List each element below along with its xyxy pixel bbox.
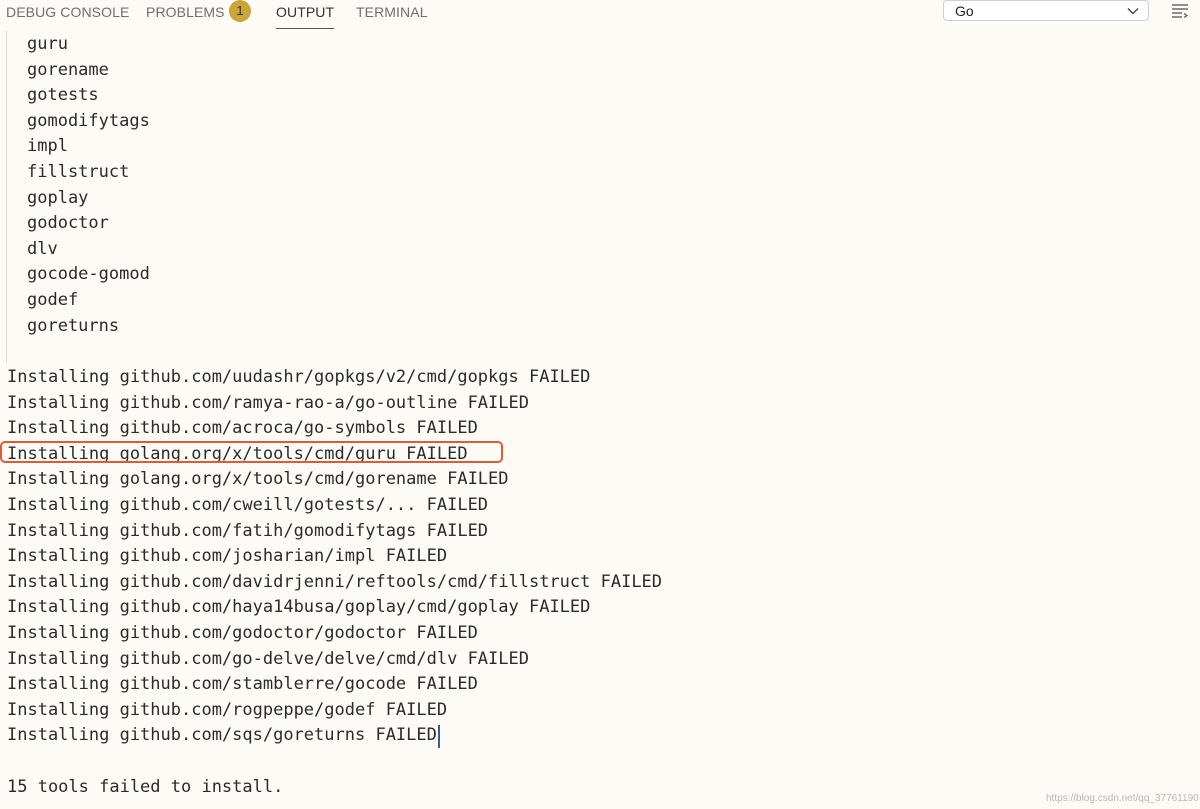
summary-line: 15 tools failed to install. <box>7 776 284 797</box>
tool-list-item: gorename <box>27 59 109 80</box>
tool-list-item: fillstruct <box>27 162 130 182</box>
chevron-down-icon <box>1127 8 1139 15</box>
output-channel-select[interactable]: Go <box>943 0 1149 21</box>
panel-tab-bar: DEBUG CONSOLE PROBLEMS 1 OUTPUT TERMINAL… <box>0 0 1200 30</box>
tool-list-item: gocode-gomod <box>27 264 150 285</box>
install-failed-line: Installing github.com/davidrjenni/reftoo… <box>7 571 663 592</box>
tab-problems[interactable]: PROBLEMS <box>146 0 225 30</box>
install-failed-line: Installing github.com/godoctor/godoctor … <box>7 623 478 643</box>
tool-list-item: guru <box>27 34 68 54</box>
list-menu-icon[interactable] <box>1170 2 1190 20</box>
install-failed-line: Installing github.com/cweill/gotests/...… <box>7 495 489 515</box>
tool-list-item: gomodifytags <box>27 110 150 131</box>
problems-count-badge: 1 <box>229 0 251 22</box>
tab-debug-console[interactable]: DEBUG CONSOLE <box>6 0 129 30</box>
install-failed-line: Installing github.com/haya14busa/goplay/… <box>7 597 591 618</box>
install-failed-line: Installing github.com/fatih/gomodifytags… <box>7 520 489 541</box>
tool-list-item: godef <box>27 290 79 310</box>
tab-terminal[interactable]: TERMINAL <box>356 0 428 30</box>
output-panel[interactable]: guru gorename gotests gomodifytags impl … <box>0 31 1200 809</box>
tool-list-item: godoctor <box>27 213 109 234</box>
tool-list-item: dlv <box>27 238 58 259</box>
install-failed-line: Installing github.com/josharian/impl FAI… <box>7 546 448 567</box>
install-failed-line: Installing golang.org/x/tools/cmd/gorena… <box>7 469 509 490</box>
output-channel-value: Go <box>955 3 974 19</box>
install-failed-line: Installing github.com/go-delve/delve/cmd… <box>7 648 529 669</box>
install-failed-line: Installing github.com/ramya-rao-a/go-out… <box>7 392 529 413</box>
tool-list-item: goplay <box>27 187 89 208</box>
tool-list-item: gotests <box>27 85 99 106</box>
text-cursor <box>438 725 440 748</box>
install-failed-line: Installing github.com/stamblerre/gocode … <box>7 674 478 695</box>
watermark: https://blog.csdn.net/qq_37761190 <box>1046 793 1199 804</box>
tool-list-item: impl <box>27 136 68 157</box>
install-failed-line: Installing github.com/rogpeppe/godef FAI… <box>7 699 448 720</box>
install-failed-line: Installing github.com/sqs/goreturns FAIL… <box>7 725 437 746</box>
highlight-box <box>0 441 503 463</box>
indent-guide <box>6 31 7 363</box>
install-failed-line: Installing github.com/acroca/go-symbols … <box>7 418 478 439</box>
install-failed-line: Installing github.com/uudashr/gopkgs/v2/… <box>7 367 591 387</box>
tool-list-item: goreturns <box>27 315 120 336</box>
tab-output[interactable]: OUTPUT <box>276 0 335 30</box>
